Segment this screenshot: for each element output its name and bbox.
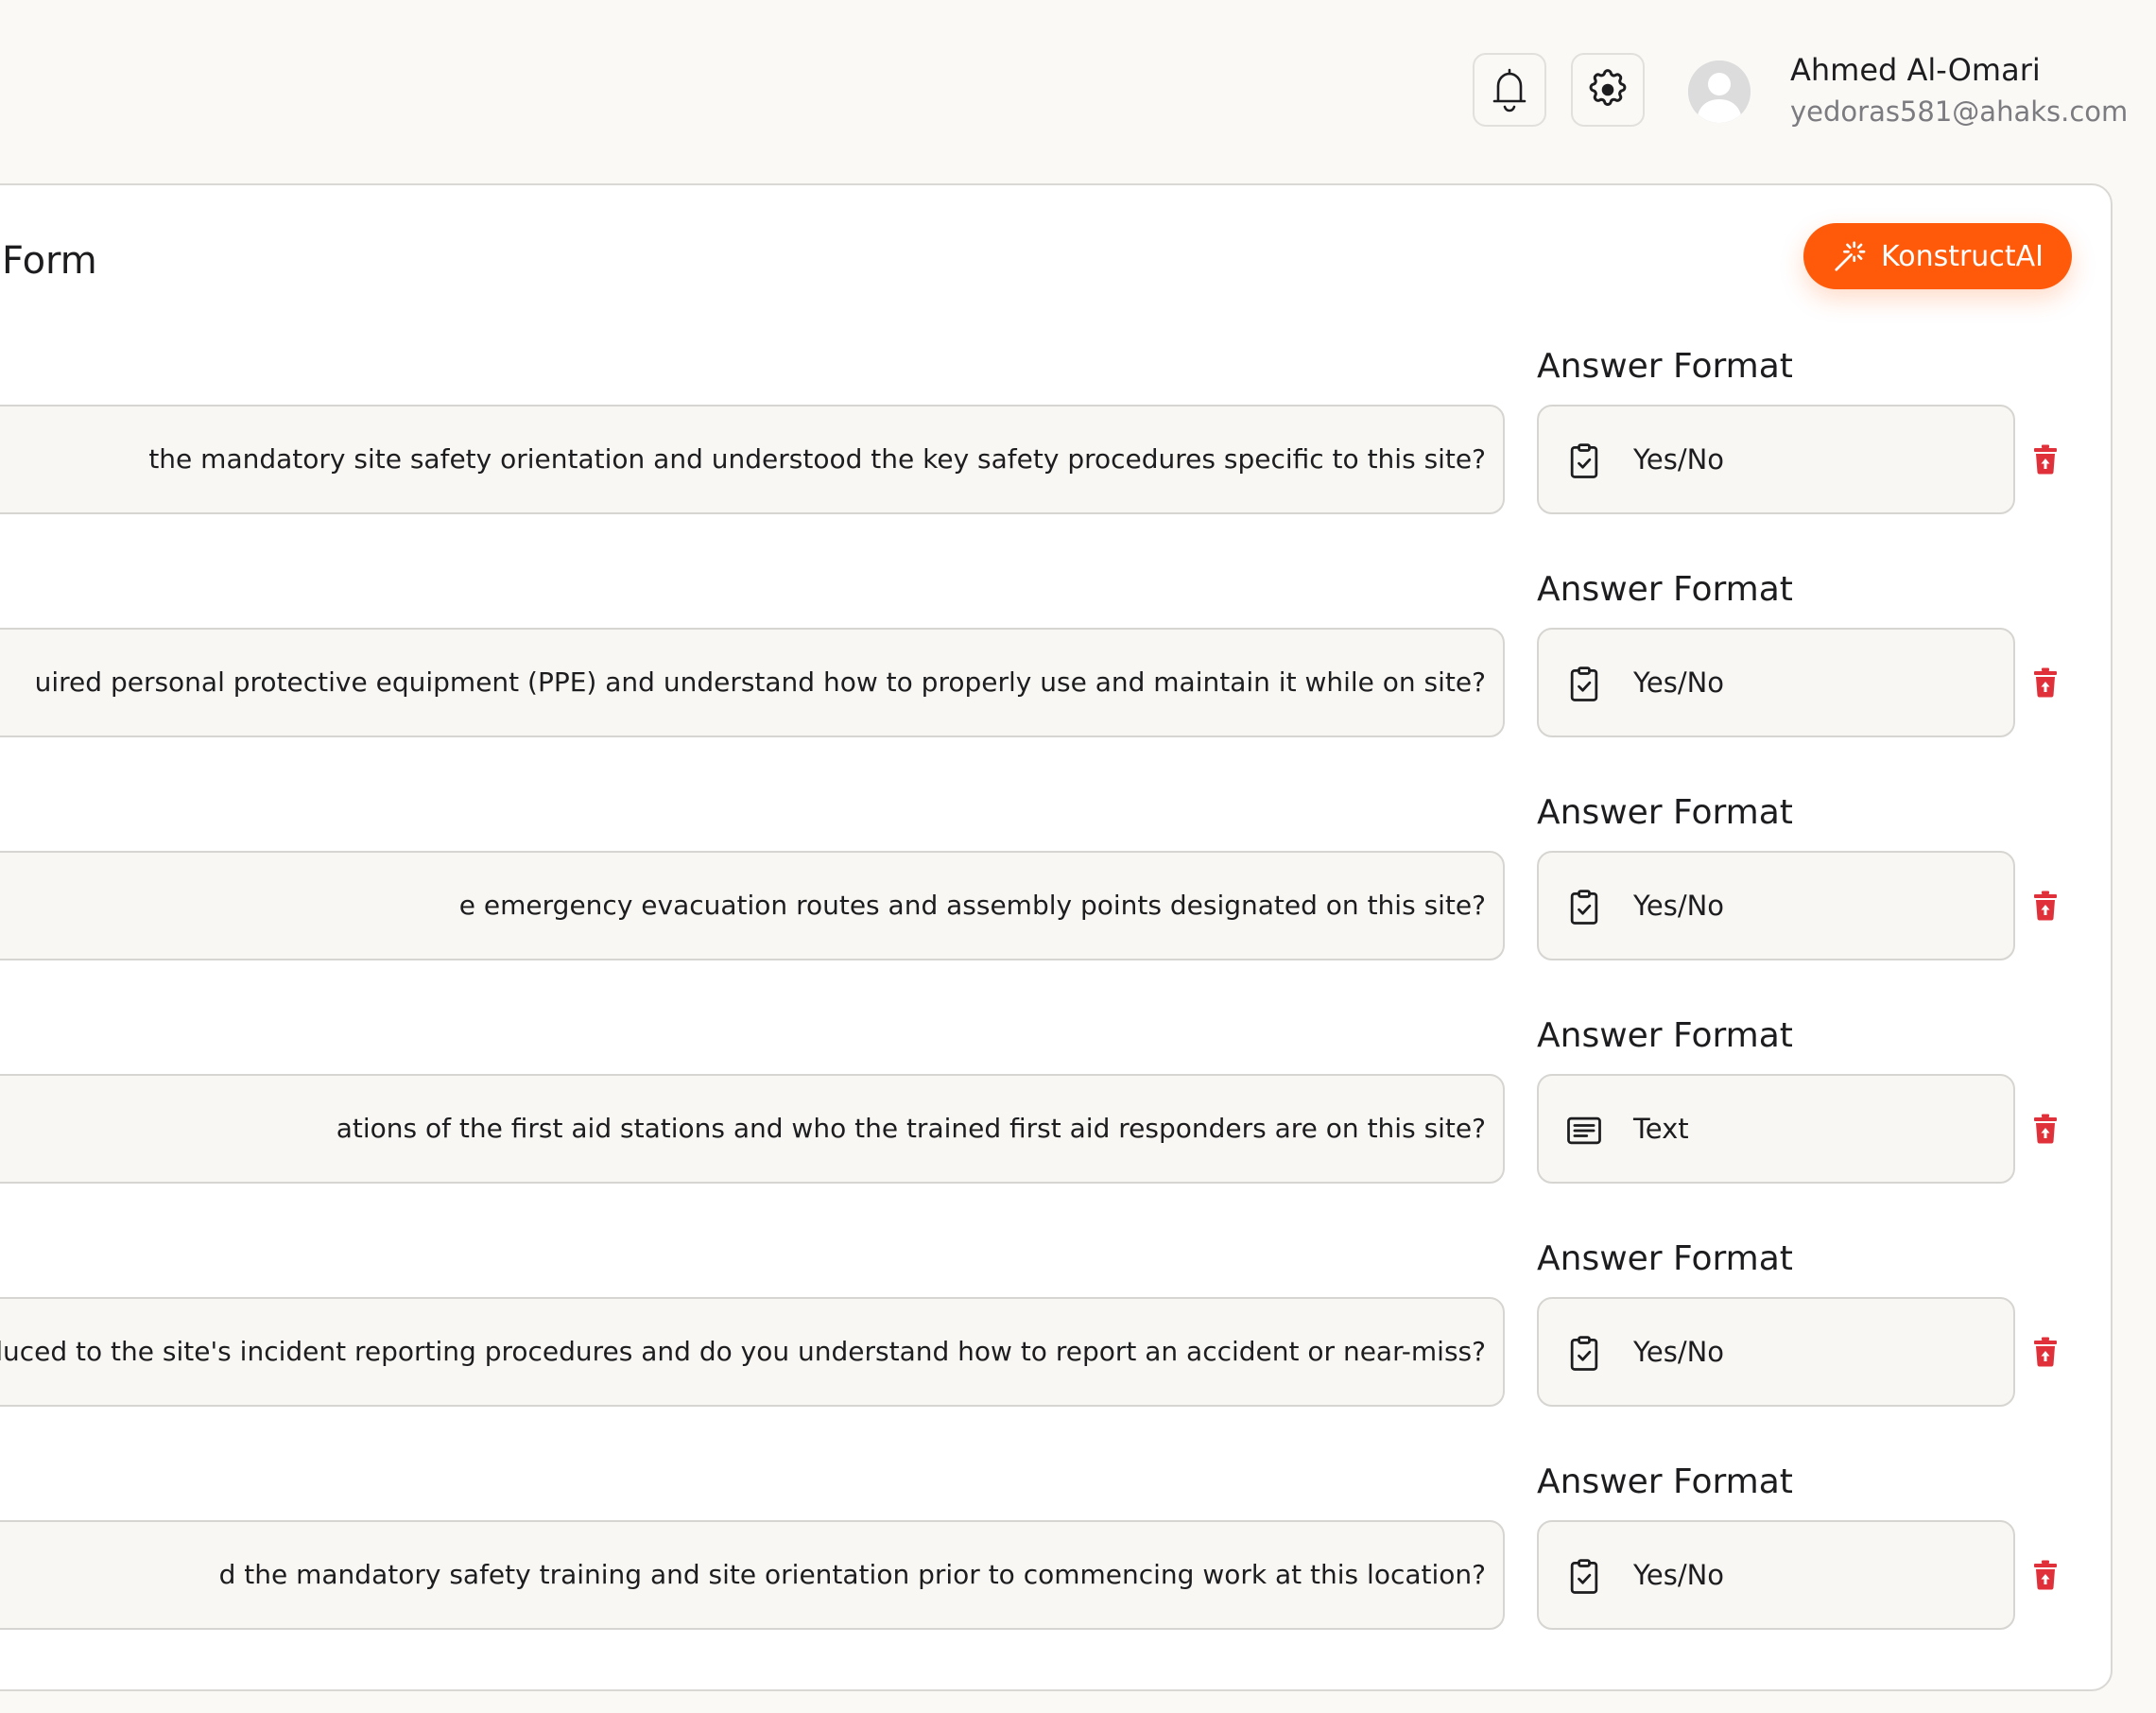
konstruct-ai-label: KonstructAI (1881, 239, 2044, 273)
question-text: duced to the site's incident reporting p… (0, 1336, 1486, 1367)
answer-format-label: Answer Format (1537, 793, 1793, 832)
delete-question-button[interactable] (2028, 1112, 2062, 1146)
question-row: Answer Format uired personal protective … (0, 569, 2156, 739)
delete-question-button[interactable] (2028, 442, 2062, 476)
clipboard-check-icon (1563, 1556, 1605, 1598)
question-text: the mandatory site safety orientation an… (148, 443, 1486, 475)
question-input[interactable]: d the mandatory safety training and site… (0, 1520, 1505, 1630)
konstruct-ai-button[interactable]: KonstructAI (1803, 223, 2072, 289)
trash-icon (2033, 1560, 2058, 1590)
trash-icon (2033, 667, 2058, 698)
trash-icon (2033, 444, 2058, 475)
question-input[interactable]: e emergency evacuation routes and assemb… (0, 851, 1505, 960)
question-text: d the mandatory safety training and site… (218, 1559, 1486, 1590)
answer-format-value: Yes/No (1633, 1559, 1725, 1591)
trash-icon (2033, 1337, 2058, 1367)
answer-format-select[interactable]: Yes/No (1537, 1297, 2015, 1407)
question-row: Answer Format duced to the site's incide… (0, 1238, 2156, 1409)
question-text: uired personal protective equipment (PPE… (34, 666, 1486, 698)
delete-question-button[interactable] (2028, 1335, 2062, 1369)
answer-format-select[interactable]: Yes/No (1537, 1520, 2015, 1630)
magic-wand-icon (1832, 238, 1868, 274)
clipboard-check-icon (1563, 1333, 1605, 1375)
clipboard-check-icon (1563, 664, 1605, 705)
answer-format-select[interactable]: Yes/No (1537, 628, 2015, 737)
question-row: Answer Format e emergency evacuation rou… (0, 792, 2156, 962)
question-input[interactable]: duced to the site's incident reporting p… (0, 1297, 1505, 1407)
delete-question-button[interactable] (2028, 666, 2062, 700)
answer-format-select[interactable]: Yes/No (1537, 851, 2015, 960)
answer-format-label: Answer Format (1537, 347, 1793, 386)
question-input[interactable]: uired personal protective equipment (PPE… (0, 628, 1505, 737)
answer-format-label: Answer Format (1537, 570, 1793, 609)
answer-format-value: Text (1633, 1113, 1689, 1145)
question-row: Answer Format d the mandatory safety tra… (0, 1462, 2156, 1632)
answer-format-value: Yes/No (1633, 1336, 1725, 1368)
question-row: Answer Format the mandatory site safety … (0, 346, 2156, 516)
notifications-button[interactable] (1473, 53, 1546, 127)
question-text: ations of the first aid stations and who… (336, 1113, 1486, 1144)
answer-format-select[interactable]: Text (1537, 1074, 2015, 1184)
delete-question-button[interactable] (2028, 1558, 2062, 1592)
gear-icon (1585, 67, 1630, 112)
answer-format-value: Yes/No (1633, 890, 1725, 922)
question-input[interactable]: the mandatory site safety orientation an… (0, 405, 1505, 514)
clipboard-check-icon (1563, 887, 1605, 928)
form-title: Form (2, 239, 97, 283)
answer-format-value: Yes/No (1633, 443, 1725, 476)
trash-icon (2033, 1114, 2058, 1144)
user-name: Ahmed Al-Omari (1790, 52, 2041, 88)
avatar[interactable] (1688, 61, 1751, 123)
answer-format-select[interactable]: Yes/No (1537, 405, 2015, 514)
answer-format-label: Answer Format (1537, 1239, 1793, 1278)
question-input[interactable]: ations of the first aid stations and who… (0, 1074, 1505, 1184)
bell-icon (1490, 66, 1529, 113)
text-lines-icon (1563, 1110, 1605, 1151)
user-email: yedoras581@ahaks.com (1790, 95, 2129, 128)
clipboard-check-icon (1563, 441, 1605, 482)
answer-format-label: Answer Format (1537, 1462, 1793, 1501)
answer-format-value: Yes/No (1633, 666, 1725, 699)
settings-button[interactable] (1571, 53, 1645, 127)
trash-icon (2033, 891, 2058, 921)
delete-question-button[interactable] (2028, 889, 2062, 923)
question-row: Answer Format ations of the first aid st… (0, 1015, 2156, 1185)
question-text: e emergency evacuation routes and assemb… (458, 890, 1486, 921)
answer-format-label: Answer Format (1537, 1016, 1793, 1055)
